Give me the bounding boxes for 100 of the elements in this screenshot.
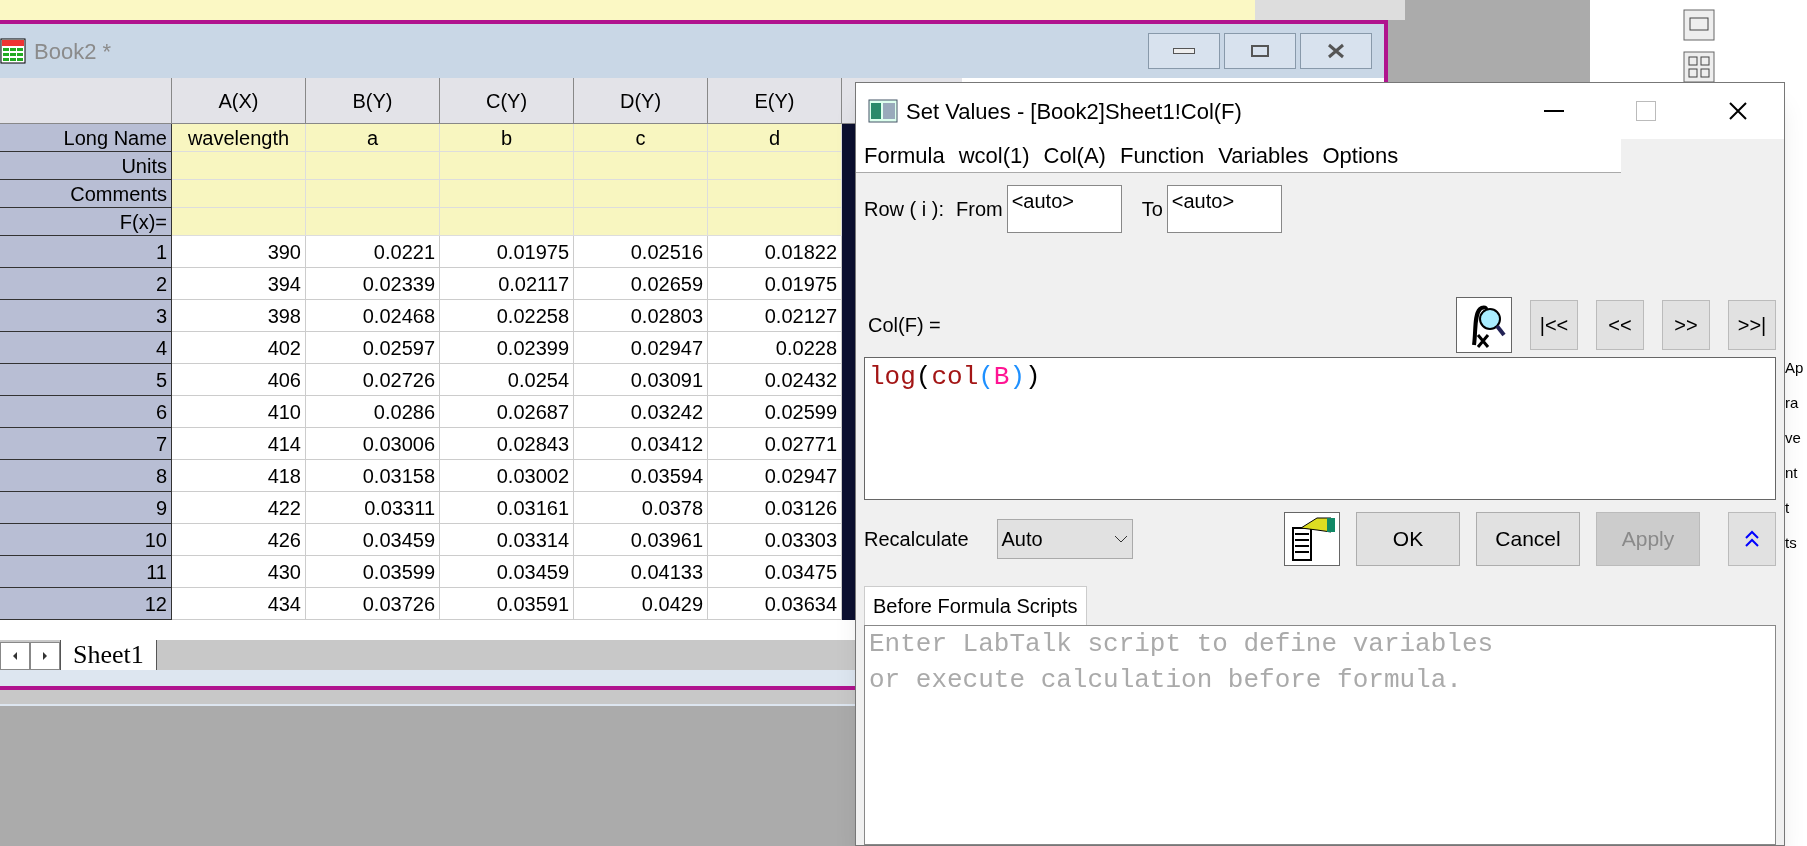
- scroll-left-button[interactable]: [0, 642, 30, 670]
- table-cell: 0.03599: [306, 556, 440, 588]
- menu-item[interactable]: Variables: [1218, 139, 1309, 172]
- recalculate-dropdown[interactable]: Auto: [996, 519, 1133, 559]
- formula-editor[interactable]: log(col(B)): [864, 357, 1776, 500]
- window-title: Book2 *: [34, 37, 112, 66]
- column-header[interactable]: E(Y): [708, 78, 842, 124]
- script-tab[interactable]: Before Formula Scripts: [864, 586, 1087, 625]
- dialog-button[interactable]: OK: [1356, 512, 1460, 566]
- sheet-tab[interactable]: Sheet1: [60, 640, 157, 670]
- collapse-button[interactable]: [1728, 512, 1776, 566]
- table-cell: 0.01975: [440, 236, 574, 268]
- row-number: 5: [0, 364, 172, 396]
- table-cell: 0.03158: [306, 460, 440, 492]
- script-button[interactable]: [1284, 512, 1340, 566]
- dialog-button[interactable]: Cancel: [1476, 512, 1580, 566]
- navigate-button[interactable]: |<<: [1530, 300, 1578, 350]
- clipped-text: nt: [1785, 465, 1799, 480]
- table-cell: 0.03412: [574, 428, 708, 460]
- table-cell: 398: [172, 300, 306, 332]
- table-cell: 0.02258: [440, 300, 574, 332]
- table-cell: 0.03459: [440, 556, 574, 588]
- close-icon: [1326, 43, 1346, 59]
- maximize-icon: [1636, 101, 1656, 121]
- clipped-text: ra: [1785, 395, 1800, 410]
- table-cell: 0.03091: [574, 364, 708, 396]
- label-cell: c: [574, 124, 708, 152]
- table-cell: 0.03591: [440, 588, 574, 620]
- row-label: Units: [0, 152, 172, 180]
- close-icon: [1728, 101, 1748, 121]
- table-cell: 0.03242: [574, 396, 708, 428]
- minimize-icon: [1173, 48, 1195, 54]
- menu-item[interactable]: wcol(1): [958, 139, 1030, 172]
- table-cell: 394: [172, 268, 306, 300]
- table-cell: 402: [172, 332, 306, 364]
- navigate-button[interactable]: <<: [1596, 300, 1644, 350]
- menu-item[interactable]: Function: [1119, 139, 1205, 172]
- table-cell: 0.03006: [306, 428, 440, 460]
- recalculate-label: Recalculate: [864, 527, 969, 552]
- function-search-button[interactable]: [1456, 297, 1512, 353]
- clipped-text: ve: [1785, 430, 1802, 445]
- row-label: F(x)=: [0, 208, 172, 236]
- menu-item[interactable]: Formula: [864, 139, 945, 172]
- table-cell: 410: [172, 396, 306, 428]
- row-label: Comments: [0, 180, 172, 208]
- table-cell: 0.03961: [574, 524, 708, 556]
- label-cell: d: [708, 124, 842, 152]
- clipped-text: ts: [1785, 535, 1798, 550]
- clipped-text: t: [1785, 500, 1791, 515]
- row-number: 2: [0, 268, 172, 300]
- dialog-title: Set Values - [Book2]Sheet1!Col(F): [906, 97, 1242, 126]
- table-cell: 0.02516: [574, 236, 708, 268]
- column-header[interactable]: C(Y): [440, 78, 574, 124]
- scroll-right-button[interactable]: [30, 642, 60, 670]
- table-cell: 0.0221: [306, 236, 440, 268]
- table-cell: 0.0378: [574, 492, 708, 524]
- dialog-icon: [868, 99, 898, 123]
- script-editor[interactable]: Enter LabTalk script to define variables or execute calculation before formula.: [864, 625, 1776, 845]
- to-field[interactable]: <auto>: [1166, 185, 1282, 233]
- navigate-button[interactable]: >>: [1662, 300, 1710, 350]
- from-field[interactable]: <auto>: [1006, 185, 1122, 233]
- row-label: Long Name: [0, 124, 172, 152]
- row-number: 3: [0, 300, 172, 332]
- menu-item[interactable]: Options: [1322, 139, 1399, 172]
- chevron-down-icon: [1113, 535, 1128, 543]
- table-cell: 0.03459: [306, 524, 440, 556]
- column-header[interactable]: B(Y): [306, 78, 440, 124]
- column-header[interactable]: D(Y): [574, 78, 708, 124]
- table-cell: 414: [172, 428, 306, 460]
- table-cell: 0.03161: [440, 492, 574, 524]
- table-cell: 0.02947: [574, 332, 708, 364]
- table-cell: 0.02843: [440, 428, 574, 460]
- table-cell: 0.02597: [306, 332, 440, 364]
- table-cell: 0.02659: [574, 268, 708, 300]
- table-cell: 0.0429: [574, 588, 708, 620]
- close-button[interactable]: [1300, 33, 1372, 69]
- row-number: 12: [0, 588, 172, 620]
- table-cell: 0.04133: [574, 556, 708, 588]
- menu-item[interactable]: Col(A): [1043, 139, 1106, 172]
- table-cell: 0.02468: [306, 300, 440, 332]
- formula-label: Col(F) =: [868, 313, 941, 338]
- row-number: 7: [0, 428, 172, 460]
- right-triangle-icon: [41, 651, 49, 661]
- row-number: 10: [0, 524, 172, 556]
- clipped-text: Ap: [1785, 360, 1805, 375]
- row-number: 8: [0, 460, 172, 492]
- table-cell: 0.02399: [440, 332, 574, 364]
- maximize-button[interactable]: [1224, 33, 1296, 69]
- column-header[interactable]: A(X): [172, 78, 306, 124]
- minimize-button[interactable]: [1148, 33, 1220, 69]
- table-cell: 0.02803: [574, 300, 708, 332]
- maximize-icon: [1251, 45, 1269, 57]
- navigate-button[interactable]: >>|: [1728, 300, 1776, 350]
- table-cell: 0.02687: [440, 396, 574, 428]
- label-cell: a: [306, 124, 440, 152]
- table-cell: 0.03314: [440, 524, 574, 556]
- label-cell: b: [440, 124, 574, 152]
- table-cell: 422: [172, 492, 306, 524]
- from-label: From: [956, 197, 1003, 222]
- layout-icon: [1681, 8, 1716, 42]
